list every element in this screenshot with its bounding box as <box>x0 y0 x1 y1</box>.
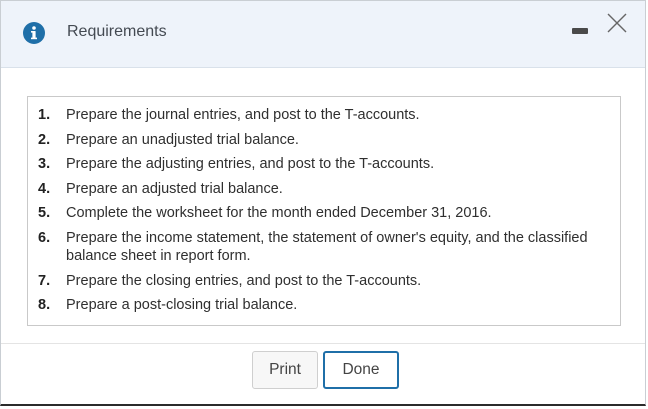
minimize-icon[interactable] <box>572 28 588 36</box>
list-item: 2. Prepare an unadjusted trial balance. <box>38 131 608 149</box>
list-item: 6. Prepare the income statement, the sta… <box>38 229 608 265</box>
list-item: 1. Prepare the journal entries, and post… <box>38 106 608 124</box>
footer-divider <box>1 343 645 344</box>
item-text: Prepare an unadjusted trial balance. <box>66 131 299 148</box>
requirements-panel: 1. Prepare the journal entries, and post… <box>27 96 621 326</box>
item-text: Prepare the journal entries, and post to… <box>66 107 420 123</box>
requirements-list: 1. Prepare the journal entries, and post… <box>38 106 608 321</box>
info-icon <box>23 22 45 44</box>
item-text: Prepare a post-closing trial balance. <box>66 297 298 314</box>
dialog-title: Requirements <box>67 23 167 40</box>
item-number: 7. <box>38 272 51 289</box>
dialog-titlebar: Requirements <box>1 1 645 68</box>
requirements-dialog: Requirements 1. Prepare the journal entr… <box>0 0 646 406</box>
item-text: Prepare the adjusting entries, and post … <box>66 156 435 173</box>
list-item: 5. Complete the worksheet for the month … <box>38 204 608 222</box>
item-number: 8. <box>38 297 51 314</box>
list-item: 8. Prepare a post-closing trial balance. <box>38 296 608 314</box>
item-number: 4. <box>38 180 51 197</box>
item-number: 5. <box>38 205 51 222</box>
item-number: 1. <box>38 107 51 123</box>
list-item: 4. Prepare an adjusted trial balance. <box>38 180 608 198</box>
list-item: 7. Prepare the closing entries, and post… <box>38 272 608 290</box>
done-button[interactable]: Done <box>323 351 399 389</box>
item-text: Prepare the closing entries, and post to… <box>66 272 422 289</box>
close-icon[interactable] <box>605 11 629 35</box>
item-text: Prepare an adjusted trial balance. <box>66 180 283 197</box>
list-item: 3. Prepare the adjusting entries, and po… <box>38 155 608 173</box>
item-number: 6. <box>38 229 51 246</box>
item-number: 3. <box>38 156 51 173</box>
item-text: Prepare the income statement, the statem… <box>66 229 588 264</box>
item-text: Complete the worksheet for the month end… <box>66 205 492 222</box>
item-number: 2. <box>38 131 51 148</box>
print-button[interactable]: Print <box>252 351 318 389</box>
